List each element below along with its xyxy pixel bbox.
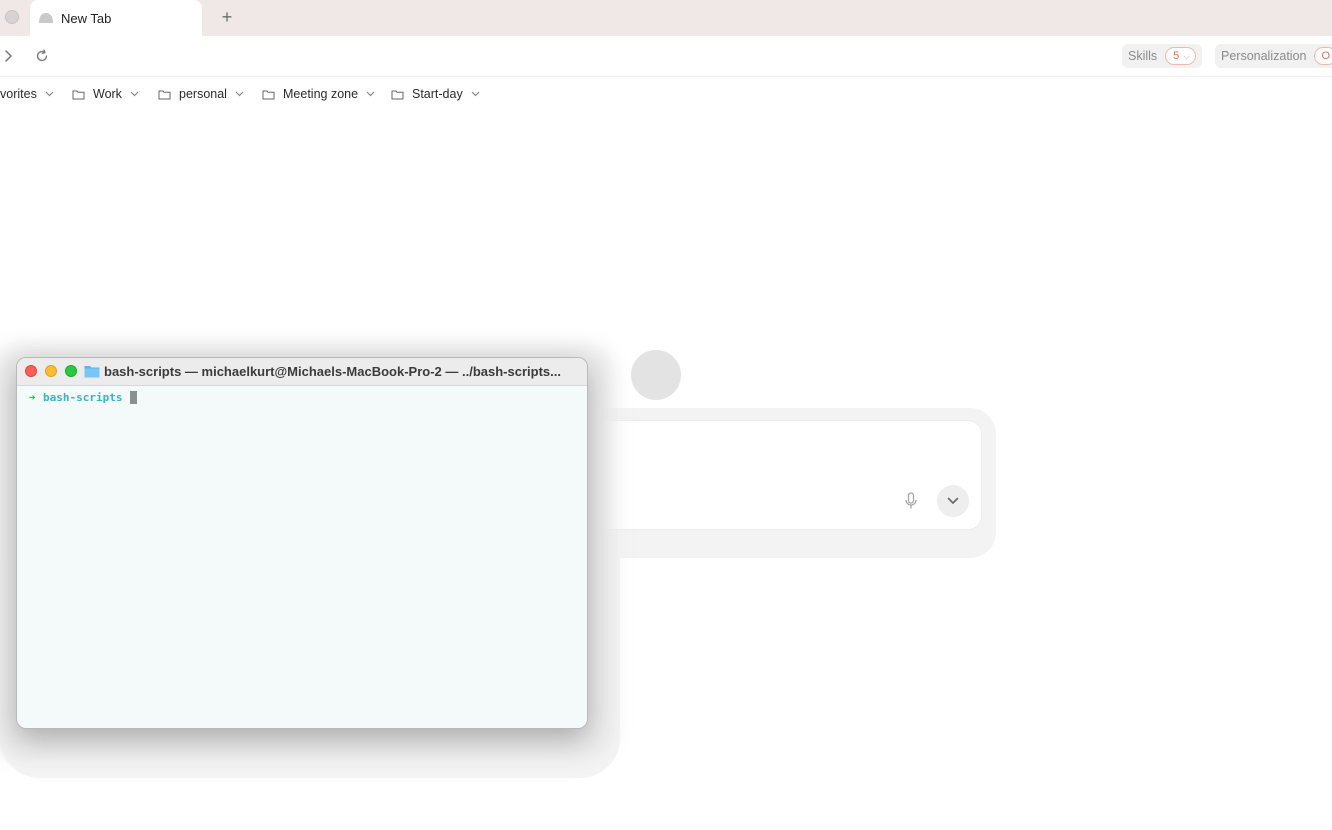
- tab-new-tab[interactable]: New Tab: [30, 0, 202, 36]
- bookmark-label: Start-day: [412, 87, 463, 101]
- text-cursor: [130, 391, 138, 404]
- minimize-window-button[interactable]: [45, 365, 57, 377]
- reload-icon[interactable]: [35, 49, 49, 63]
- folder-icon: [72, 90, 85, 99]
- chevron-down-icon: [471, 91, 480, 97]
- prompt-directory: bash-scripts: [43, 391, 123, 404]
- personalization-button[interactable]: Personalization O: [1215, 44, 1332, 68]
- assistant-logo-icon: [39, 13, 53, 23]
- bookmark-label: Work: [93, 87, 122, 101]
- terminal-titlebar[interactable]: bash-scripts — michaelkurt@Michaels-MacB…: [17, 358, 587, 386]
- expand-options-button[interactable]: [937, 485, 969, 517]
- new-tab-button[interactable]: +: [217, 7, 237, 27]
- toolbar: Skills 5 ⌵ Personalization O: [0, 36, 1332, 77]
- chevron-down-icon: [235, 91, 244, 97]
- personalization-count: O: [1321, 50, 1331, 62]
- personalization-badge[interactable]: O: [1314, 47, 1332, 65]
- terminal-window[interactable]: bash-scripts — michaelkurt@Michaels-MacB…: [16, 357, 588, 729]
- prompt-input-box[interactable]: [560, 420, 982, 530]
- bookmark-folder-favorites[interactable]: vorites: [0, 80, 54, 108]
- chevron-down-icon: [366, 91, 375, 97]
- bookmark-folder-personal[interactable]: personal: [158, 80, 244, 108]
- bookmark-label: Meeting zone: [283, 87, 359, 101]
- bookmark-folder-meeting-zone[interactable]: Meeting zone: [262, 80, 375, 108]
- chevron-down-icon: [45, 91, 54, 97]
- bookmarks-bar: vorites Work personal Meeting zone Start…: [0, 80, 1332, 108]
- bookmark-label: personal: [179, 87, 227, 101]
- folder-icon: [84, 366, 100, 378]
- bookmark-folder-start-day[interactable]: Start-day: [391, 80, 480, 108]
- chevron-down-icon: ⌵: [1183, 50, 1191, 61]
- terminal-content[interactable]: ➜ bash-scripts: [17, 386, 587, 405]
- zoom-window-button[interactable]: [65, 365, 77, 377]
- skills-count-badge[interactable]: 5 ⌵: [1165, 47, 1197, 65]
- bookmark-folder-work[interactable]: Work: [72, 80, 139, 108]
- folder-icon: [391, 90, 404, 99]
- terminal-title: bash-scripts — michaelkurt@Michaels-MacB…: [104, 364, 561, 379]
- microphone-icon[interactable]: [904, 492, 918, 510]
- skills-count: 5: [1173, 50, 1180, 62]
- chevron-down-icon: [130, 91, 139, 97]
- skills-button[interactable]: Skills 5 ⌵: [1122, 44, 1203, 68]
- forward-icon[interactable]: [3, 50, 13, 62]
- close-window-button[interactable]: [25, 365, 37, 377]
- folder-icon: [262, 90, 275, 99]
- tab-strip: New Tab +: [0, 0, 1332, 37]
- folder-icon: [158, 90, 171, 99]
- bookmark-label: vorites: [0, 87, 37, 101]
- skills-label: Skills: [1128, 49, 1158, 63]
- personalization-label: Personalization: [1221, 49, 1307, 63]
- tab-title: New Tab: [61, 10, 112, 26]
- assistant-avatar: [631, 350, 681, 400]
- chevron-down-icon: [947, 497, 959, 504]
- window-control-dot[interactable]: [5, 10, 19, 24]
- prompt-arrow: ➜: [28, 391, 36, 404]
